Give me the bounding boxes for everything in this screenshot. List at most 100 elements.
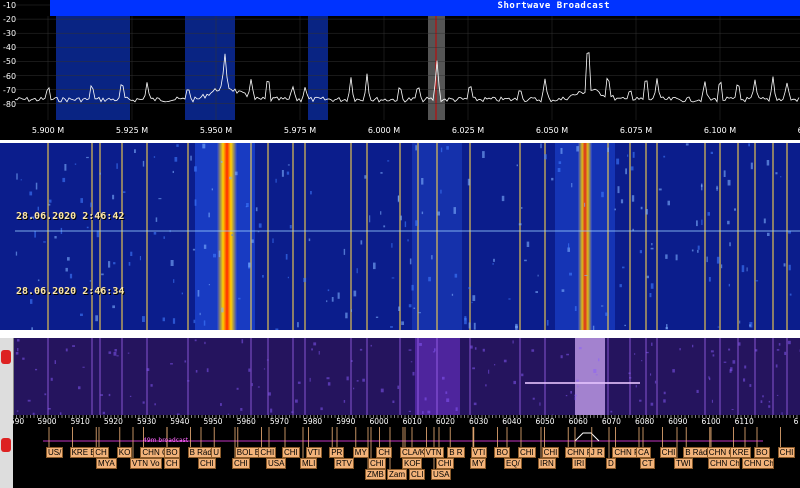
waterfall-noise: [35, 182, 38, 190]
station-tag[interactable]: CHI: [282, 447, 300, 458]
waterfall2-noise: [470, 345, 473, 349]
waterfall-noise: [203, 320, 206, 326]
station-tag[interactable]: CLI: [409, 469, 426, 480]
waterfall2-noise: [595, 374, 598, 376]
waterfall-noise: [472, 295, 476, 301]
station-tag[interactable]: RTV: [334, 458, 354, 469]
waterfall2-noise: [154, 403, 156, 406]
station-tag[interactable]: TWI: [674, 458, 693, 469]
station-tag[interactable]: CHI: [518, 447, 536, 458]
waterfall2-noise: [380, 388, 384, 393]
scale-label: 6050: [535, 417, 555, 426]
station-tag[interactable]: CHI: [258, 447, 277, 458]
station-tag[interactable]: BO: [494, 447, 510, 458]
waterfall2-noise: [311, 348, 313, 351]
station-tag[interactable]: BO: [164, 447, 180, 458]
waterfall-secondary[interactable]: [0, 338, 800, 415]
station-tag[interactable]: MLI: [300, 458, 318, 469]
waterfall-noise: [86, 226, 89, 229]
waterfall-noise: [518, 223, 522, 226]
station-tag[interactable]: CHI: [777, 447, 796, 458]
station-tag[interactable]: US/: [46, 447, 64, 458]
station-tag[interactable]: CH: [164, 458, 180, 469]
waterfall-noise: [258, 223, 262, 228]
station-tag[interactable]: KOF: [402, 458, 423, 469]
freq-tick-label: 6.000 M: [367, 126, 401, 135]
station-tag[interactable]: VTN: [423, 447, 444, 458]
waterfall2-noise: [16, 410, 19, 412]
waterfall-noise: [275, 328, 279, 330]
scale-label: 590: [13, 417, 25, 426]
waterfall-noise: [202, 143, 206, 149]
station-scale[interactable]: 590 5900 5910 5920 5930 5940 5950 5960 5970 5980 5…: [13, 415, 800, 488]
station-tag[interactable]: CHI: [541, 447, 560, 458]
station-tag[interactable]: VTI: [305, 447, 323, 458]
station-tag[interactable]: IRN: [538, 458, 556, 469]
waterfall-noise: [65, 267, 68, 272]
station-tag[interactable]: D: [606, 458, 616, 469]
station-tag[interactable]: U: [211, 447, 221, 458]
waterfall-noise: [750, 162, 753, 170]
station-tag[interactable]: EQ/: [504, 458, 522, 469]
waterfall2-noise: [427, 410, 431, 414]
station-tag[interactable]: J R: [588, 447, 605, 458]
waterfall-noise: [729, 242, 731, 247]
waterfall-noise: [727, 220, 730, 225]
station-tag[interactable]: KO: [116, 447, 133, 458]
station-tag[interactable]: CH: [93, 447, 109, 458]
waterfall-main[interactable]: 28.06.2020 2:46:42 28.06.2020 2:46:34: [0, 143, 800, 330]
station-tag[interactable]: VTN Vo: [130, 458, 162, 469]
station-tag[interactable]: CHN Ch: [708, 458, 740, 469]
waterfall2-noise: [251, 383, 253, 387]
waterfall-noise: [453, 207, 456, 214]
station-tag[interactable]: CHN Ch: [742, 458, 774, 469]
station-tag[interactable]: MYA: [96, 458, 117, 469]
waterfall-noise: [401, 321, 404, 325]
scale-label: 6090: [668, 417, 688, 426]
waterfall-noise: [20, 179, 22, 181]
station-tag[interactable]: CHI: [659, 447, 678, 458]
waterfall2-noise: [397, 385, 400, 389]
waterfall2-noise: [531, 349, 535, 352]
spectrum-display[interactable]: Shortwave Broadcast -10 -20 -30 -40 -50 -60 -7…: [0, 0, 800, 140]
station-tag[interactable]: CHI: [198, 458, 216, 469]
waterfall2-noise: [356, 380, 359, 382]
station-tag[interactable]: Zam: [387, 469, 407, 480]
station-tag[interactable]: ZMB: [365, 469, 386, 480]
waterfall-noise: [48, 203, 51, 206]
station-tag[interactable]: CA: [636, 447, 652, 458]
waterfall-noise: [482, 151, 485, 158]
waterfall-noise: [408, 304, 412, 308]
station-tag[interactable]: CT: [640, 458, 655, 469]
waterfall2-noise: [784, 351, 787, 355]
waterfall-noise: [172, 170, 174, 173]
station-tag[interactable]: CHI: [436, 458, 454, 469]
station-tag[interactable]: CH: [376, 447, 392, 458]
station-tag[interactable]: MY: [352, 447, 369, 458]
station-tag[interactable]: VTI: [470, 447, 488, 458]
waterfall2-noise: [362, 378, 365, 382]
waterfall2-noise: [50, 377, 53, 381]
station-tag[interactable]: USA: [266, 458, 287, 469]
station-tag[interactable]: CHI: [232, 458, 250, 469]
station-tag[interactable]: PR: [329, 447, 345, 458]
station-tag[interactable]: B R: [447, 447, 465, 458]
waterfall2-noise: [760, 400, 763, 403]
station-tag[interactable]: IRI: [572, 458, 587, 469]
station-tag[interactable]: USA: [431, 469, 452, 480]
waterfall-noise: [407, 239, 409, 242]
waterfall2-noise: [17, 348, 19, 352]
waterfall-noise: [173, 279, 175, 283]
waterfall-main-graphic: [0, 143, 800, 330]
waterfall2-noise: [672, 369, 675, 373]
station-tag[interactable]: CHI: [368, 458, 386, 469]
station-tag[interactable]: KRE: [730, 447, 751, 458]
waterfall2-noise: [170, 363, 173, 365]
waterfall-noise: [380, 172, 383, 174]
waterfall-noise: [398, 306, 401, 311]
db-tick-label: -20: [3, 15, 17, 25]
waterfall-noise: [666, 324, 668, 329]
station-tag[interactable]: BO: [754, 447, 770, 458]
station-tag[interactable]: MY: [470, 458, 486, 469]
db-tick-label: -10: [3, 1, 17, 10]
